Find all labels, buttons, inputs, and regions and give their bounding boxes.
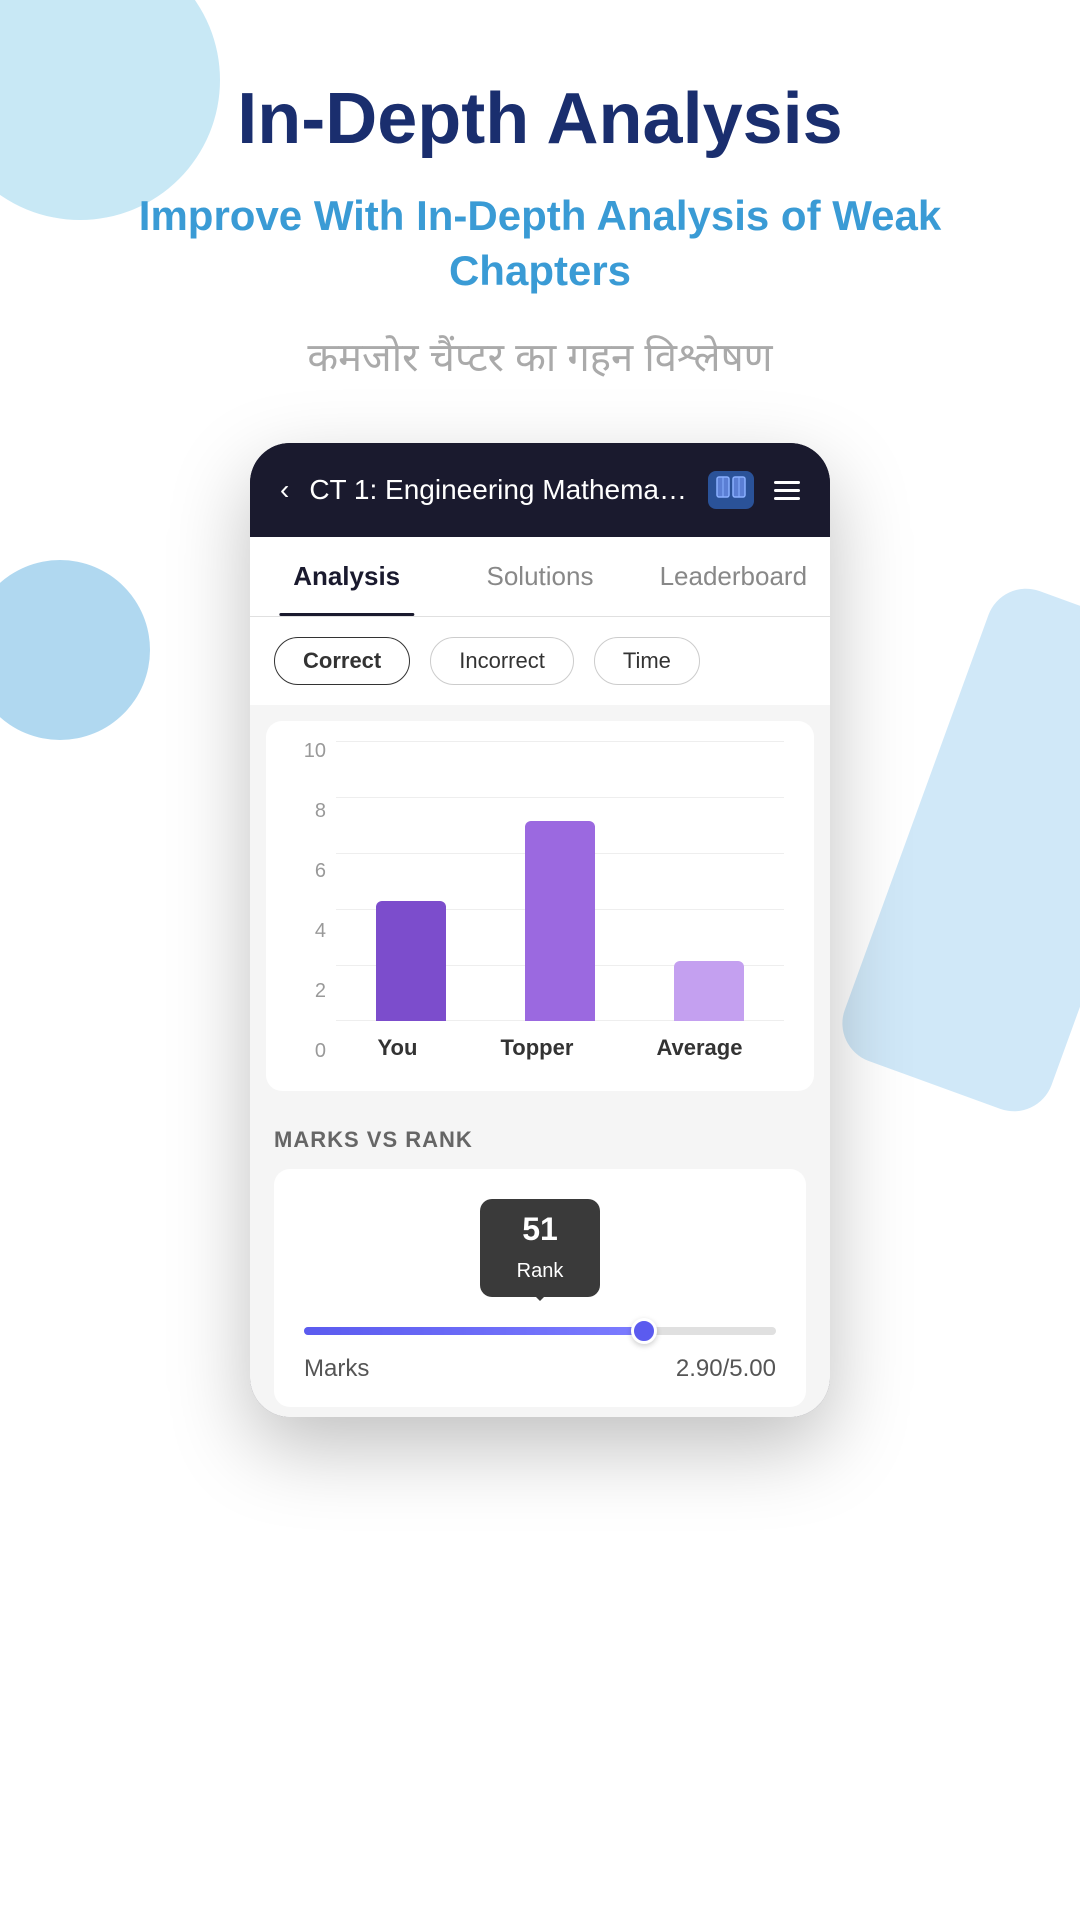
- phone-mockup: ‹ CT 1: Engineering Mathemati...: [250, 443, 830, 1417]
- rank-value: 51: [522, 1211, 558, 1247]
- rank-tooltip-wrapper: 51 Rank: [304, 1199, 776, 1297]
- y-label-8: 8: [296, 801, 326, 821]
- main-title: In-Depth Analysis: [237, 80, 842, 159]
- back-icon[interactable]: ‹: [280, 474, 289, 506]
- slider-fill: [304, 1327, 644, 1335]
- phone-topbar: ‹ CT 1: Engineering Mathemati...: [250, 443, 830, 537]
- y-label-10: 10: [296, 741, 326, 761]
- tabs-row: Analysis Solutions Leaderboard: [250, 537, 830, 617]
- book-icon[interactable]: [708, 471, 754, 509]
- slider-track: [304, 1327, 776, 1335]
- chart-container: 0 2 4 6 8 10: [266, 721, 814, 1091]
- bar-average: [674, 961, 744, 1021]
- marks-value: 2.90/5.00: [676, 1355, 776, 1383]
- subtitle-english: Improve With In-Depth Analysis of Weak C…: [0, 189, 1080, 298]
- y-label-6: 6: [296, 861, 326, 881]
- tab-solutions[interactable]: Solutions: [443, 537, 636, 616]
- topbar-title: CT 1: Engineering Mathemati...: [309, 474, 688, 506]
- marks-rank-card: 51 Rank Marks 2.90/5.00: [274, 1169, 806, 1407]
- bar-group-average: [674, 961, 744, 1021]
- bar-label-average: Average: [656, 1035, 742, 1061]
- bars-container: [336, 741, 784, 1021]
- bar-group-topper: [525, 821, 595, 1021]
- bar-you: [376, 901, 446, 1021]
- marks-rank-section: MARKS VS RANK 51 Rank: [250, 1107, 830, 1417]
- marks-vs-rank-label: MARKS VS RANK: [274, 1127, 806, 1153]
- chart-inner: You Topper Average: [336, 741, 784, 1061]
- y-label-2: 2: [296, 981, 326, 1001]
- bar-label-you: You: [378, 1035, 418, 1061]
- tab-leaderboard[interactable]: Leaderboard: [637, 537, 830, 616]
- topbar-icons: [708, 471, 800, 509]
- chart-area: 0 2 4 6 8 10: [296, 741, 784, 1061]
- slider-container[interactable]: [304, 1327, 776, 1335]
- filter-row: Correct Incorrect Time: [250, 617, 830, 705]
- rank-sub: Rank: [517, 1260, 564, 1282]
- phone-body: Analysis Solutions Leaderboard Correct I…: [250, 537, 830, 1417]
- y-label-0: 0: [296, 1041, 326, 1061]
- tab-analysis[interactable]: Analysis: [250, 537, 443, 616]
- bar-group-you: [376, 901, 446, 1021]
- filter-incorrect[interactable]: Incorrect: [430, 637, 574, 685]
- y-label-4: 4: [296, 921, 326, 941]
- rank-tooltip: 51 Rank: [480, 1199, 600, 1297]
- marks-bottom-row: Marks 2.90/5.00: [304, 1355, 776, 1383]
- filter-correct[interactable]: Correct: [274, 637, 410, 685]
- filter-time[interactable]: Time: [594, 637, 700, 685]
- bar-labels-row: You Topper Average: [336, 1027, 784, 1061]
- bar-topper: [525, 821, 595, 1021]
- subtitle-hindi: कमजोर चैंप्टर का गहन विश्लेषण: [247, 328, 832, 383]
- bar-label-topper: Topper: [500, 1035, 573, 1061]
- y-axis: 0 2 4 6 8 10: [296, 741, 326, 1061]
- slider-thumb[interactable]: [631, 1318, 657, 1344]
- marks-label: Marks: [304, 1355, 369, 1383]
- menu-icon[interactable]: [774, 481, 800, 500]
